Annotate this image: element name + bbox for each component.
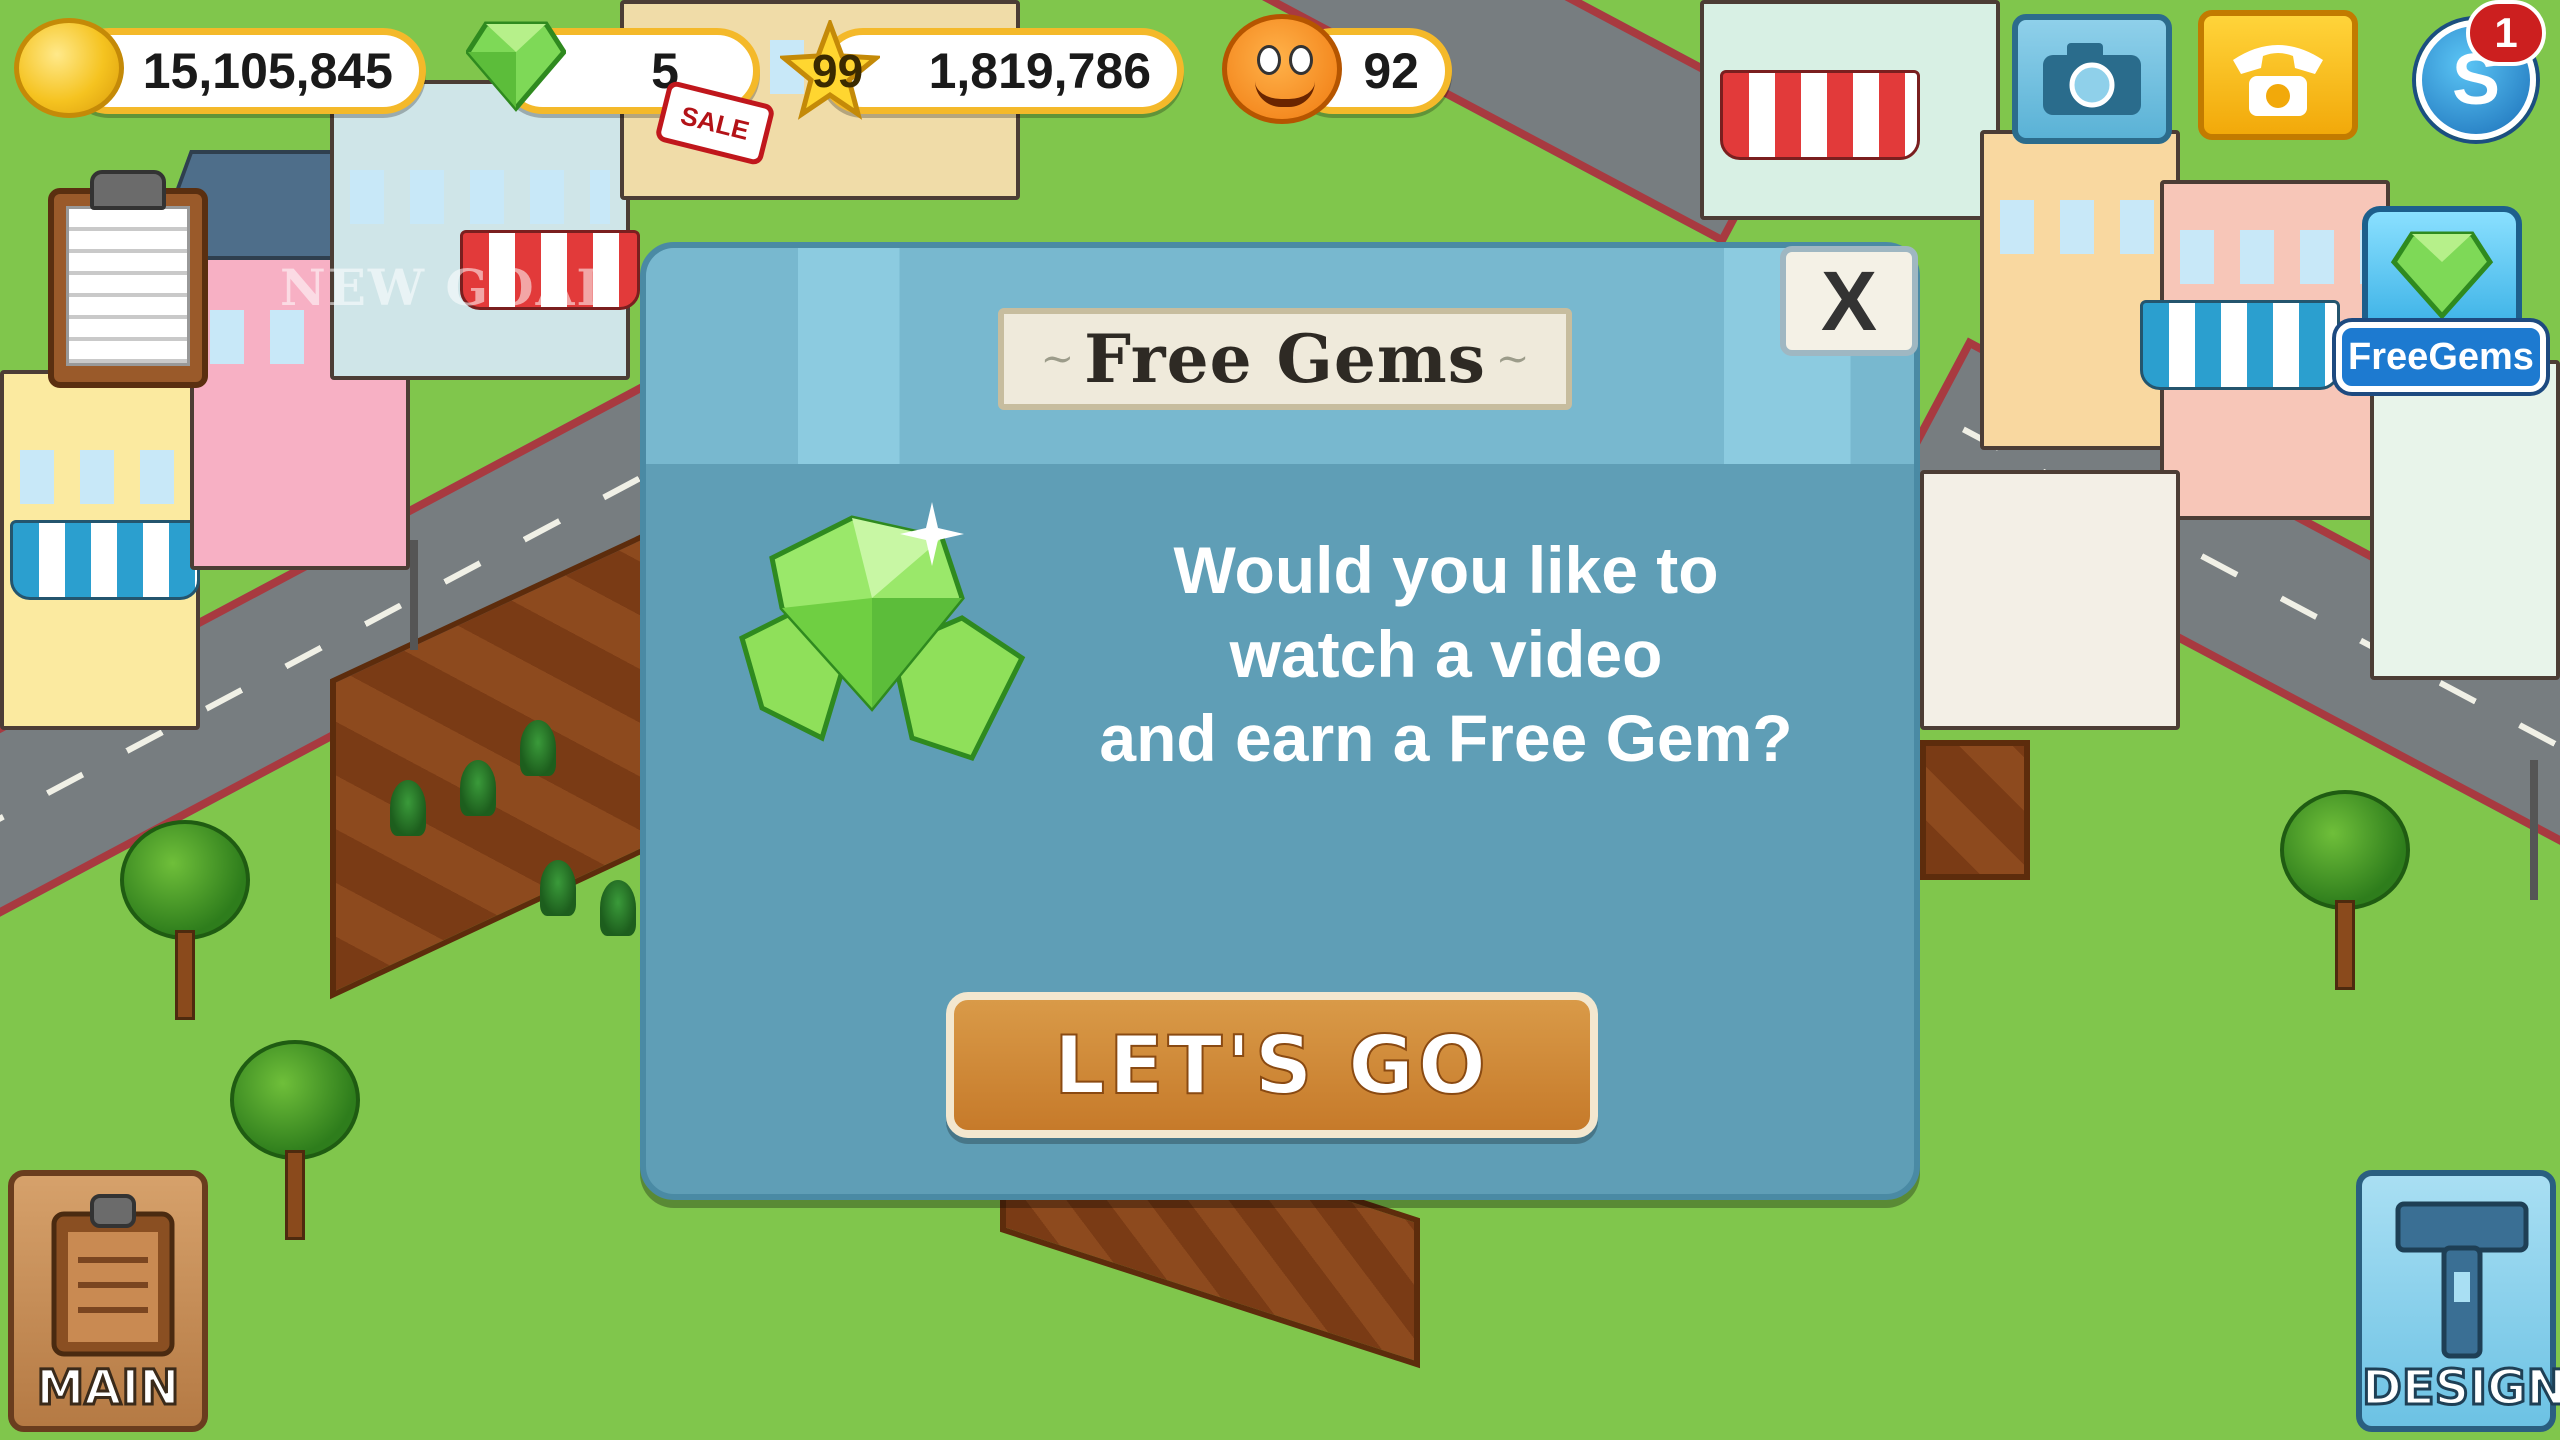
plant bbox=[600, 880, 636, 936]
awning bbox=[1720, 70, 1920, 160]
lets-go-button[interactable]: LET'S GO bbox=[946, 992, 1598, 1138]
main-label: MAIN bbox=[35, 1359, 181, 1418]
level-value: 99 bbox=[812, 45, 864, 97]
swirl-ornament-icon: ~ bbox=[1495, 336, 1530, 382]
happy-face-icon bbox=[1222, 14, 1342, 124]
clipboard-icon bbox=[51, 1194, 175, 1357]
plant bbox=[520, 720, 556, 776]
camera-icon bbox=[2043, 43, 2141, 115]
building bbox=[1980, 130, 2180, 450]
gems-pile-icon bbox=[739, 502, 1026, 762]
free-gems-label: FreeGems bbox=[2336, 322, 2546, 392]
hammer-icon bbox=[2395, 1201, 2529, 1359]
design-button[interactable]: DESIGN bbox=[2356, 1170, 2560, 1432]
dialog-message: Would you like to watch a video and earn… bbox=[1099, 533, 1793, 775]
street-lamp bbox=[410, 540, 418, 650]
coins-value: 15,105,845 bbox=[142, 43, 393, 99]
happiness-value: 92 bbox=[1363, 43, 1419, 99]
close-icon: X bbox=[1820, 253, 1878, 348]
design-label: DESIGN bbox=[2361, 1359, 2560, 1418]
plant bbox=[540, 860, 576, 916]
camera-button[interactable] bbox=[2012, 14, 2172, 144]
awning bbox=[10, 520, 200, 600]
dialog-title-banner: ~ Free Gems ~ bbox=[998, 308, 1572, 410]
swirl-ornament-icon: ~ bbox=[1040, 336, 1075, 382]
plant bbox=[460, 760, 496, 816]
new-goal-label: NEW GOAL bbox=[280, 258, 614, 317]
notification-badge: 1 bbox=[2466, 0, 2546, 66]
tv-gem-icon bbox=[2362, 206, 2522, 336]
street-lamp bbox=[2530, 760, 2538, 900]
xp-value: 1,819,786 bbox=[928, 43, 1151, 99]
windows bbox=[2000, 200, 2160, 254]
gem-icon bbox=[466, 21, 566, 112]
windows bbox=[20, 450, 190, 504]
phone-icon bbox=[2233, 45, 2323, 116]
deli-counter bbox=[1920, 470, 2180, 730]
windows bbox=[350, 170, 610, 224]
free-gems-side-button[interactable]: FreeGems bbox=[2336, 206, 2546, 396]
phone-button[interactable] bbox=[2198, 10, 2358, 140]
main-menu-button[interactable]: MAIN bbox=[8, 1170, 208, 1432]
free-gems-dialog: ~ Free Gems ~ Would you like to watch a … bbox=[640, 242, 1920, 1200]
plant bbox=[390, 780, 426, 836]
building bbox=[2370, 360, 2560, 680]
awning bbox=[2140, 300, 2340, 390]
goals-button[interactable] bbox=[40, 170, 210, 390]
coin-icon bbox=[14, 18, 124, 118]
dialog-title: Free Gems bbox=[1084, 320, 1486, 398]
close-button[interactable]: X bbox=[1780, 246, 1918, 356]
restaurant-floor bbox=[1920, 740, 2030, 880]
